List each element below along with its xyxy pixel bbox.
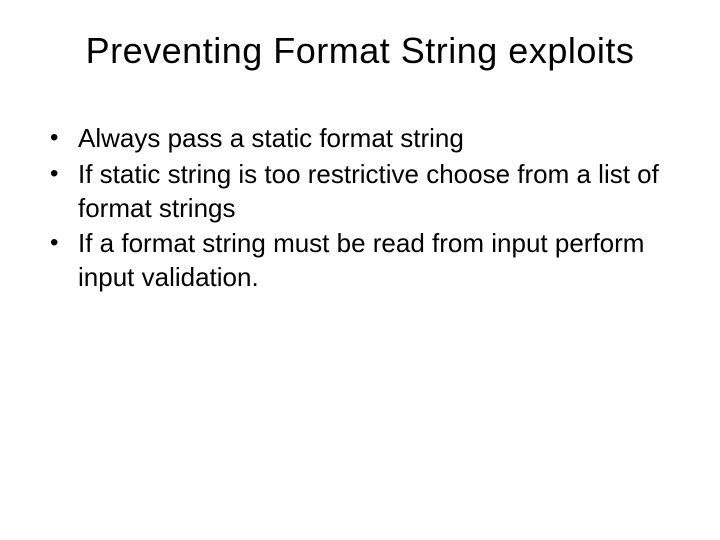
- bullet-item: Always pass a static format string: [48, 122, 680, 156]
- slide-title: Preventing Format String exploits: [40, 30, 680, 72]
- slide-container: Preventing Format String exploits Always…: [0, 0, 720, 540]
- bullet-item: If static string is too restrictive choo…: [48, 158, 680, 226]
- bullet-item: If a format string must be read from inp…: [48, 227, 680, 295]
- bullet-list: Always pass a static format string If st…: [40, 122, 680, 295]
